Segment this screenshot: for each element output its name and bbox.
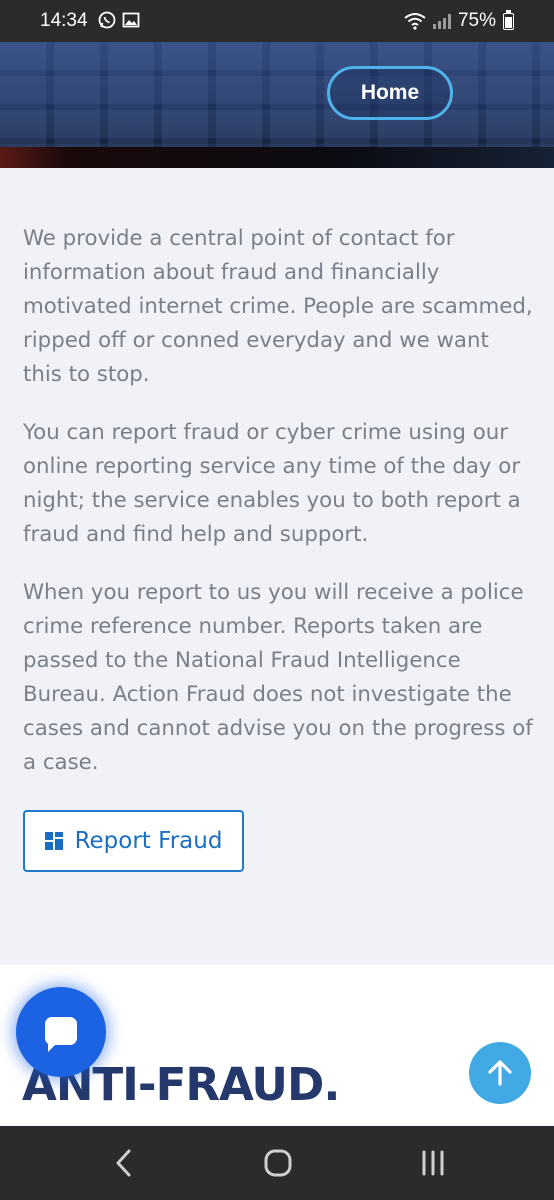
status-time: 14:34 bbox=[40, 10, 88, 31]
reference-paragraph: When you report to us you will receive a… bbox=[23, 580, 533, 775]
hero-banner: Home bbox=[0, 42, 554, 168]
chat-icon bbox=[45, 1017, 77, 1052]
chat-button[interactable] bbox=[16, 987, 106, 1077]
whatsapp-icon bbox=[98, 11, 116, 29]
wifi-icon bbox=[404, 13, 426, 30]
back-icon[interactable] bbox=[113, 1148, 135, 1178]
status-bar: 14:34 75% bbox=[0, 0, 554, 42]
intro-paragraph: We provide a central point of contact fo… bbox=[23, 226, 533, 387]
report-fraud-button[interactable]: Report Fraud bbox=[23, 810, 244, 872]
intro-content: We provide a central point of contact fo… bbox=[23, 222, 533, 804]
keyboard-background bbox=[0, 42, 554, 147]
home-button[interactable]: Home bbox=[327, 66, 453, 120]
battery-icon bbox=[503, 9, 514, 30]
home-icon[interactable] bbox=[263, 1148, 293, 1178]
image-icon bbox=[122, 12, 140, 28]
scroll-to-top-button[interactable] bbox=[469, 1042, 531, 1104]
signal-icon bbox=[432, 13, 451, 29]
report-paragraph: You can report fraud or cyber crime usin… bbox=[23, 420, 521, 547]
grid-icon bbox=[44, 832, 63, 850]
report-fraud-label: Report Fraud bbox=[74, 828, 223, 854]
system-nav-bar bbox=[0, 1126, 554, 1200]
arrow-up-icon bbox=[488, 1060, 512, 1086]
recents-icon[interactable] bbox=[418, 1148, 448, 1178]
battery-percent: 75% bbox=[457, 10, 496, 31]
